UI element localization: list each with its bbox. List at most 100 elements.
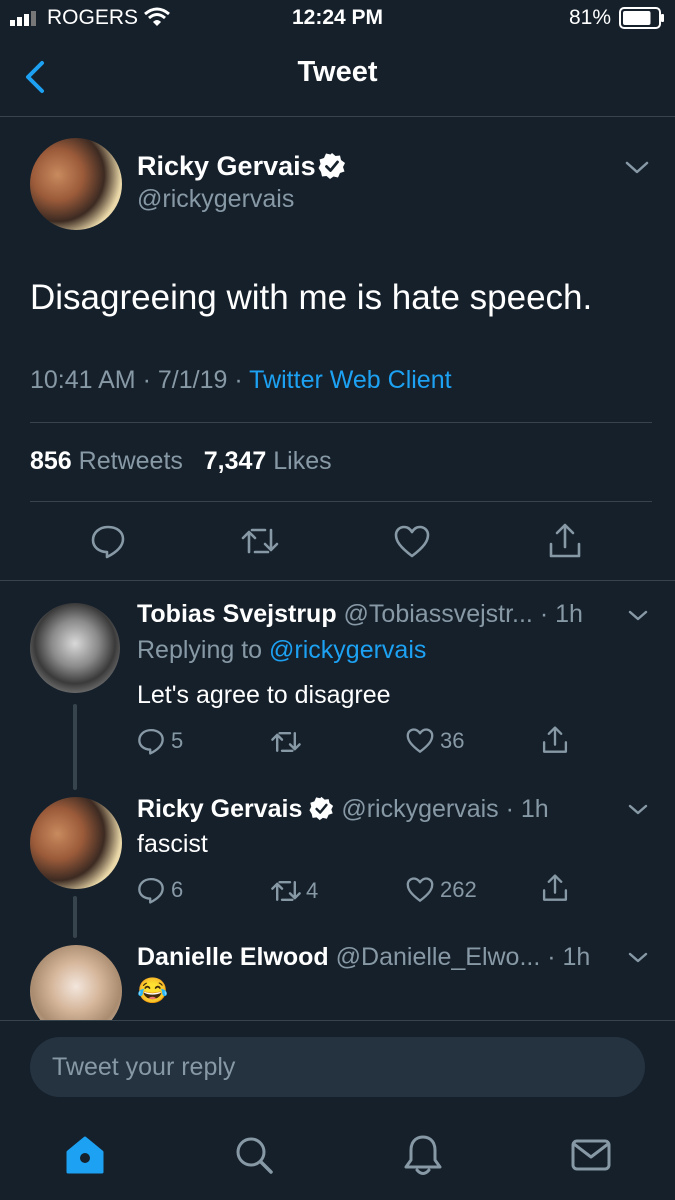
reply-header: Ricky Gervais @rickygervais · 1h	[137, 795, 622, 824]
reply-time: · 1h	[547, 943, 591, 971]
reply-time: · 1h	[539, 600, 583, 628]
retweet-label: Retweets	[78, 447, 183, 475]
tab-messages[interactable]	[570, 1138, 612, 1172]
reply-tweet[interactable]: Danielle Elwood @Danielle_Elwo... · 1h 😂	[0, 931, 675, 1020]
messages-icon	[571, 1139, 611, 1171]
heart-icon	[406, 728, 434, 753]
reply-action-reply[interactable]: 6	[137, 876, 183, 904]
tab-bar	[0, 1110, 675, 1200]
reply-action-like[interactable]: 36	[406, 728, 464, 754]
divider	[30, 422, 652, 423]
avatar[interactable]	[30, 945, 122, 1020]
reply-time: · 1h	[505, 795, 549, 823]
replying-to: Replying to @rickygervais	[137, 636, 426, 665]
reply-count: 6	[171, 877, 184, 902]
reply-tweet[interactable]: Ricky Gervais @rickygervais · 1h fascist…	[0, 781, 675, 911]
nav-bar: Tweet	[0, 36, 675, 117]
search-icon	[236, 1137, 273, 1174]
tweet-text: Disagreeing with me is hate speech.	[30, 278, 593, 317]
heart-icon	[394, 525, 430, 558]
retweet-count: 4	[306, 878, 319, 903]
retweet-count: 856	[30, 447, 72, 475]
home-icon	[66, 1136, 104, 1174]
reply-author-name[interactable]: Tobias Svejstrup	[137, 600, 337, 628]
reply-header: Danielle Elwood @Danielle_Elwo... · 1h	[137, 943, 622, 972]
meta-separator: ·	[234, 366, 243, 394]
reply-action-share[interactable]	[541, 725, 569, 755]
tweet-menu-button[interactable]	[624, 160, 650, 176]
chevron-down-icon	[625, 161, 649, 174]
heart-icon	[406, 877, 434, 902]
tab-home[interactable]	[64, 1135, 106, 1175]
reply-input-placeholder: Tweet your reply	[52, 1053, 236, 1081]
author-handle[interactable]: @rickygervais	[137, 185, 294, 214]
share-icon	[542, 726, 568, 753]
tweet-client-link[interactable]: Twitter Web Client	[249, 366, 451, 394]
reply-text: fascist	[137, 830, 208, 858]
avatar[interactable]	[30, 603, 120, 693]
reply-author-handle[interactable]: @Tobiassvejstr...	[344, 600, 533, 628]
retweet-button[interactable]	[240, 526, 280, 556]
share-icon	[549, 523, 581, 558]
battery-icon	[619, 7, 665, 29]
retweets-stat[interactable]: 856 Retweets	[30, 447, 190, 475]
tweet-date: 7/1/19	[157, 366, 228, 394]
battery-label: 81%	[569, 6, 612, 29]
author-name[interactable]: Ricky Gervais	[137, 151, 316, 182]
reply-author-handle[interactable]: @Danielle_Elwo...	[336, 943, 541, 971]
reply-icon	[91, 525, 125, 559]
reply-menu-button[interactable]	[627, 951, 649, 965]
reply-author-name[interactable]: Danielle Elwood	[137, 943, 329, 971]
author-avatar[interactable]	[30, 138, 122, 230]
like-button[interactable]	[394, 525, 430, 559]
divider	[30, 501, 652, 502]
reply-action-like[interactable]: 262	[406, 877, 477, 903]
likes-stat[interactable]: 7,347 Likes	[204, 447, 332, 475]
divider	[0, 1020, 675, 1021]
chevron-down-icon	[628, 952, 648, 963]
reply-button[interactable]	[90, 523, 126, 559]
reply-icon	[138, 728, 164, 755]
tweet-meta: 10:41 AM · 7/1/19 · Twitter Web Client	[30, 366, 452, 395]
engagement-stats: 856 Retweets 7,347 Likes	[30, 447, 332, 476]
reply-tweet[interactable]: Tobias Svejstrup @Tobiassvejstr... · 1h …	[0, 581, 675, 781]
share-icon	[542, 874, 568, 901]
share-button[interactable]	[547, 522, 583, 560]
reply-action-share[interactable]	[541, 873, 569, 903]
reply-author-handle[interactable]: @rickygervais	[341, 795, 498, 823]
reply-text: Let's agree to disagree	[137, 681, 391, 709]
like-count: 262	[440, 877, 477, 902]
reply-action-retweet[interactable]: 4	[270, 878, 318, 904]
tab-search[interactable]	[234, 1134, 274, 1176]
tab-notifications[interactable]	[403, 1133, 443, 1177]
reply-count: 5	[171, 728, 184, 753]
reply-action-retweet[interactable]	[270, 730, 302, 754]
retweet-icon	[271, 732, 301, 752]
like-count: 36	[440, 728, 465, 753]
meta-separator: ·	[142, 366, 151, 394]
reply-action-reply[interactable]: 5	[137, 727, 183, 755]
verified-badge-icon	[309, 796, 334, 821]
reply-menu-button[interactable]	[627, 609, 649, 623]
like-label: Likes	[273, 447, 332, 475]
verified-badge-icon	[318, 152, 346, 180]
reply-menu-button[interactable]	[627, 803, 649, 817]
status-bar: ROGERS 12:24 PM 81%	[0, 0, 675, 36]
chevron-down-icon	[628, 610, 648, 621]
retweet-icon	[271, 881, 301, 901]
notifications-icon	[404, 1135, 442, 1175]
avatar[interactable]	[30, 797, 122, 889]
chevron-down-icon	[628, 804, 648, 815]
replying-to-link[interactable]: @rickygervais	[269, 636, 426, 664]
like-count: 7,347	[203, 447, 267, 475]
reply-author-name[interactable]: Ricky Gervais	[137, 795, 302, 823]
reply-header: Tobias Svejstrup @Tobiassvejstr... · 1h	[137, 600, 622, 629]
thread-connector	[73, 704, 77, 790]
replying-to-label: Replying to	[137, 636, 263, 664]
reply-input[interactable]: Tweet your reply	[30, 1037, 645, 1097]
retweet-icon	[241, 528, 279, 554]
tweet-time: 10:41 AM	[30, 366, 136, 394]
reply-text: 😂	[137, 977, 169, 1005]
page-title: Tweet	[297, 56, 378, 88]
reply-icon	[138, 877, 164, 904]
